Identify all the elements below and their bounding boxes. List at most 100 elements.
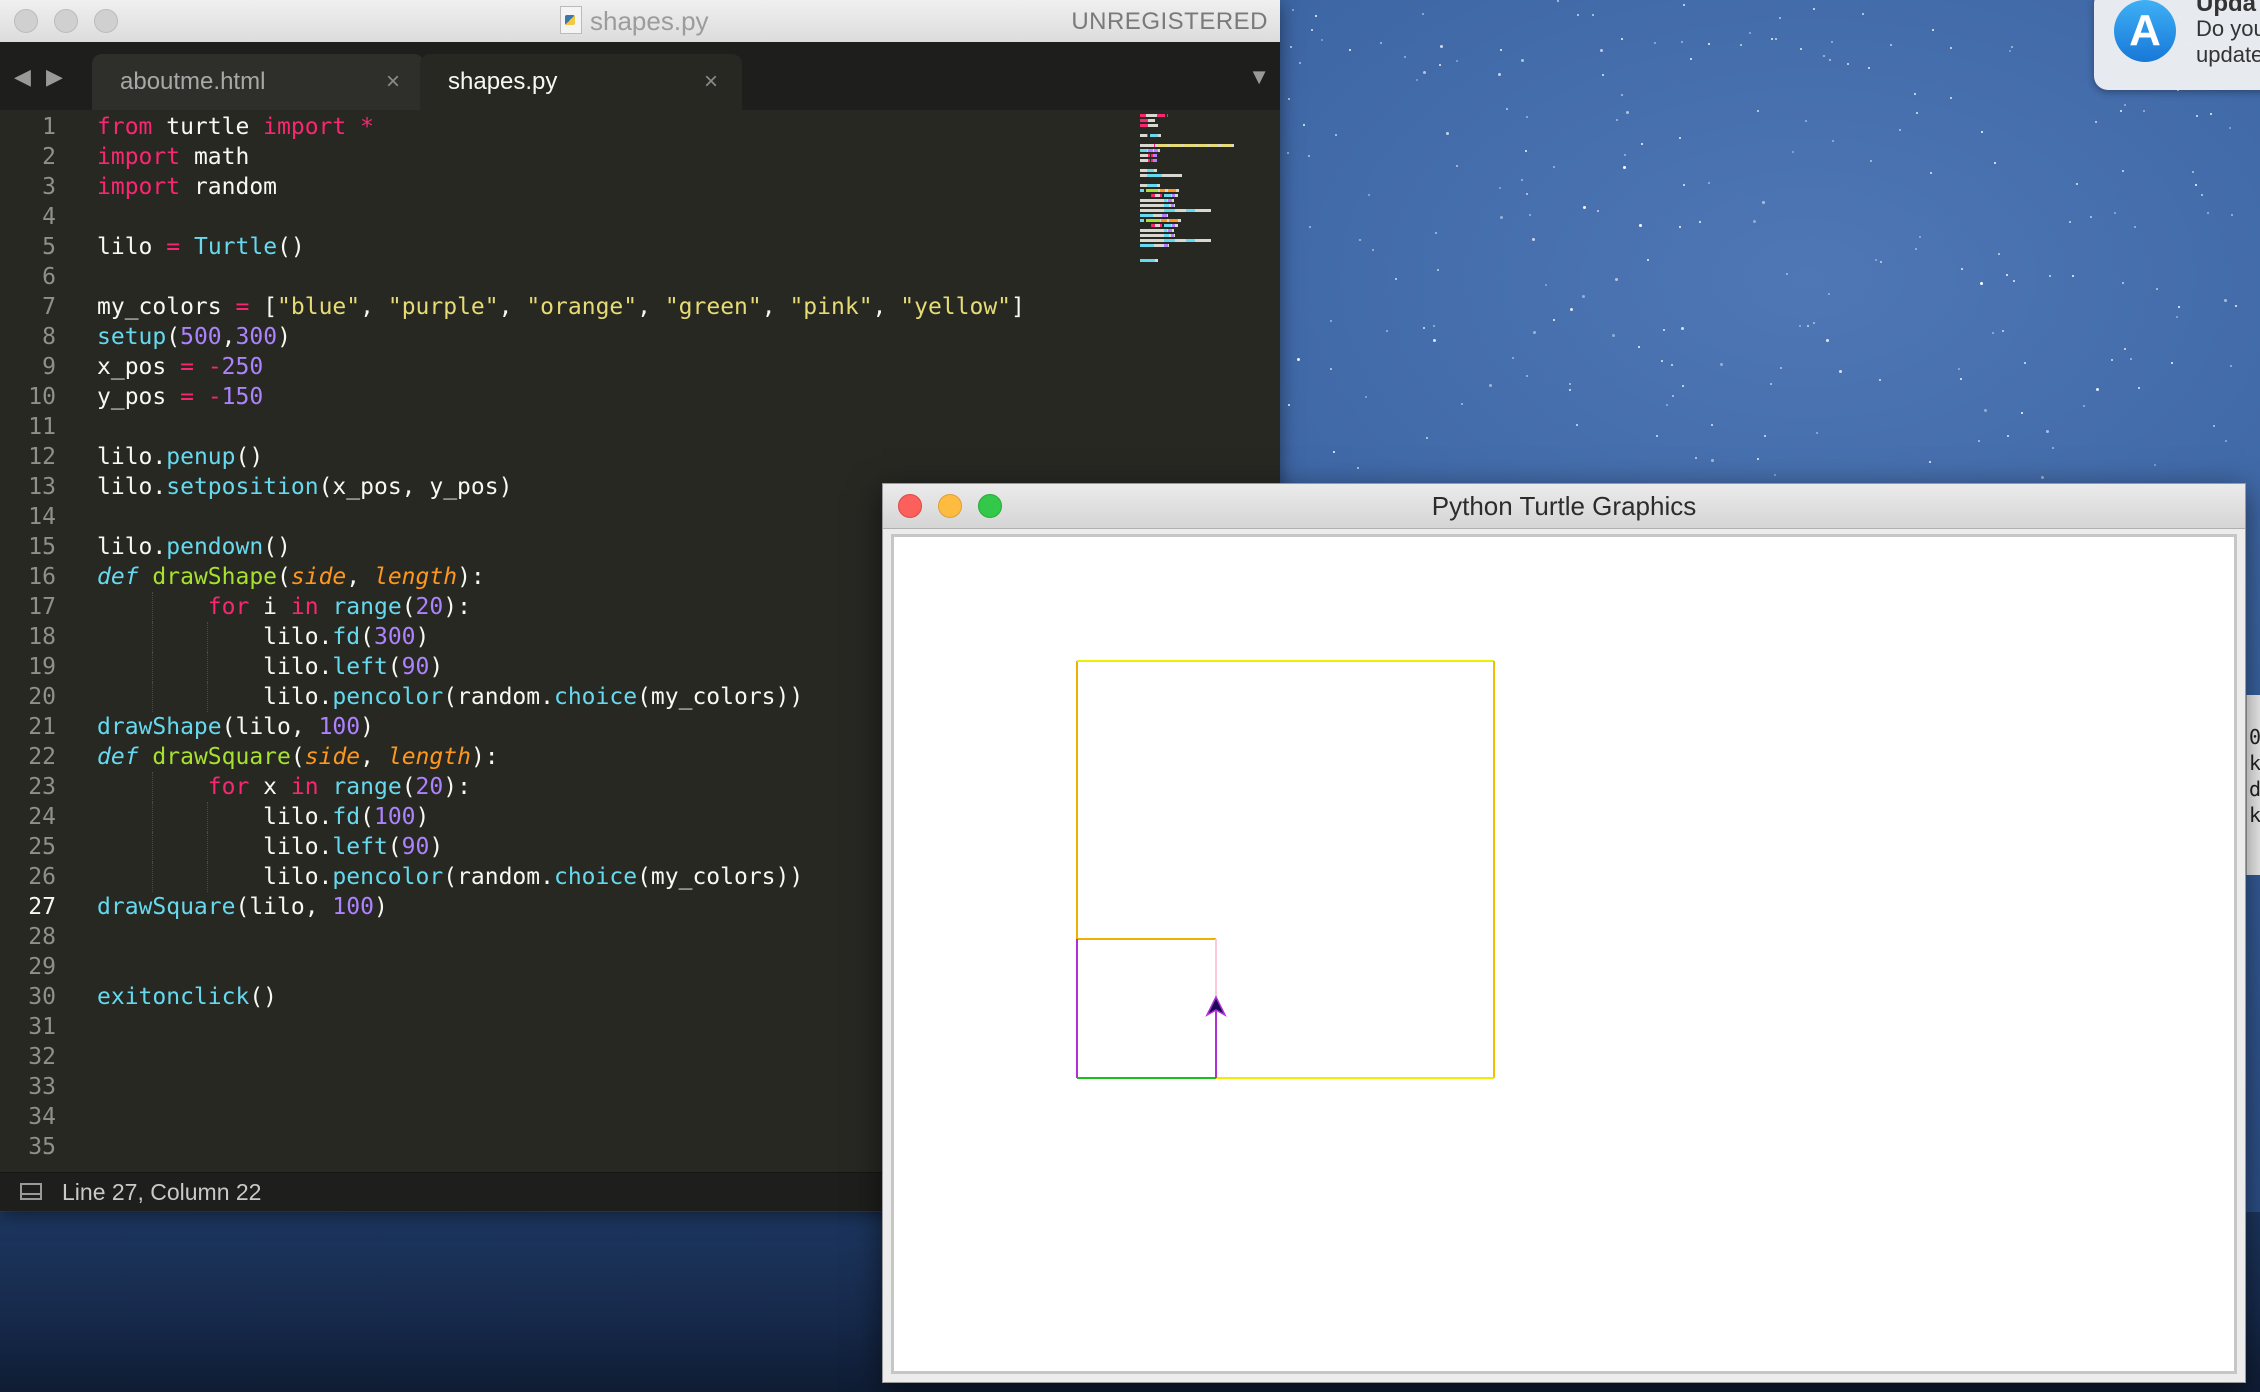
code-token: drawSquare — [152, 744, 291, 770]
minimap-token — [1140, 244, 1154, 247]
star — [1320, 39, 1323, 42]
minimize-window-button[interactable] — [54, 9, 78, 33]
indent-guide — [207, 652, 209, 682]
star — [1582, 295, 1586, 299]
code-token: for — [207, 594, 250, 620]
editor-titlebar[interactable]: shapes.py UNREGISTERED — [0, 0, 1280, 43]
star — [2142, 109, 2145, 112]
line-number-gutter: 1 2 3 4 5 6 7 8 9 10 11 12 13 14 15 16 17 18 19 20 21 22 23 24 2… — [0, 112, 68, 1162]
star — [1823, 55, 1826, 58]
code-line[interactable]: y_pos = -150 — [97, 382, 1025, 412]
star — [1984, 408, 1988, 412]
star — [1308, 155, 1311, 158]
tab-shapes[interactable]: shapes.py × — [420, 54, 742, 110]
code-token: 250 — [221, 354, 264, 380]
code-line[interactable]: import random — [97, 172, 1025, 202]
code-line[interactable]: my_colors = ["blue", "purple", "orange",… — [97, 292, 1025, 322]
minimap-line — [1140, 134, 1270, 137]
code-line[interactable] — [97, 202, 1025, 232]
code-token: x — [249, 774, 291, 800]
star — [2082, 404, 2085, 407]
indent-guide — [152, 682, 154, 712]
minimap-line — [1140, 149, 1270, 152]
code-line[interactable] — [97, 262, 1025, 292]
code-token: ( — [290, 744, 305, 770]
star — [1653, 41, 1656, 44]
star — [1330, 320, 1333, 323]
star — [1499, 187, 1502, 190]
tab-close-icon[interactable]: × — [704, 54, 718, 110]
nav-back-button[interactable]: ◀ — [14, 64, 31, 90]
star — [1711, 423, 1714, 426]
tab-close-icon[interactable]: × — [386, 54, 400, 110]
star — [1286, 151, 1289, 154]
turtle-graphics-window: Python Turtle Graphics — [882, 483, 2246, 1383]
star — [1570, 308, 1574, 312]
code-token: "pink" — [789, 294, 873, 320]
code-token: y_pos — [97, 384, 181, 410]
code-line[interactable]: x_pos = -250 — [97, 352, 1025, 382]
turtle-titlebar[interactable]: Python Turtle Graphics — [883, 484, 2245, 529]
star — [2133, 225, 2136, 228]
star — [1879, 261, 1882, 264]
minimap-token — [1166, 114, 1168, 117]
minimap[interactable] — [1140, 114, 1270, 262]
nav-forward-button[interactable]: ▶ — [46, 64, 63, 90]
star — [2122, 170, 2125, 173]
star — [1611, 334, 1615, 338]
minimap-token — [1156, 184, 1160, 187]
minimap-token — [1156, 114, 1166, 117]
code-line[interactable]: setup(500,300) — [97, 322, 1025, 352]
background-window-text: k — [2249, 751, 2260, 775]
code-line[interactable]: lilo = Turtle() — [97, 232, 1025, 262]
code-token: ) — [360, 714, 374, 740]
update-notification[interactable]: A Upda Do you update — [2094, 0, 2260, 90]
code-token: side — [290, 564, 347, 590]
close-window-button[interactable] — [14, 9, 38, 33]
star — [1432, 324, 1435, 327]
code-line[interactable] — [97, 412, 1025, 442]
star — [1529, 213, 1532, 216]
star — [2069, 220, 2072, 223]
code-token: import — [97, 144, 181, 170]
code-line[interactable]: from turtle import * — [97, 112, 1025, 142]
code-line[interactable]: lilo.penup() — [97, 442, 1025, 472]
code-token: import — [263, 114, 347, 140]
star — [2225, 439, 2228, 442]
star — [2229, 127, 2232, 130]
star — [1774, 474, 1776, 477]
turtle-canvas[interactable] — [891, 534, 2237, 1374]
minimap-line — [1140, 159, 1270, 162]
panel-toggle-icon[interactable] — [20, 1183, 42, 1200]
tab-aboutme[interactable]: aboutme.html × — [92, 54, 424, 110]
zoom-window-button[interactable] — [94, 9, 118, 33]
star — [1680, 326, 1684, 330]
minimap-line — [1140, 119, 1270, 122]
star — [2114, 211, 2117, 214]
star — [1576, 14, 1579, 17]
tab-list-dropdown-icon[interactable]: ▼ — [1248, 64, 1270, 90]
code-token: ) — [373, 894, 388, 920]
star — [1349, 49, 1352, 52]
star — [1425, 436, 1428, 439]
minimap-line — [1140, 259, 1270, 262]
star — [1512, 356, 1515, 359]
minimap-line — [1140, 129, 1270, 132]
minimap-token — [1173, 204, 1175, 207]
star — [2049, 274, 2052, 277]
code-token: , — [637, 294, 665, 320]
code-token: "orange" — [526, 294, 638, 320]
code-token: pencolor — [332, 684, 444, 710]
code-token: ( — [360, 624, 374, 650]
star — [1683, 4, 1686, 7]
star — [1287, 403, 1290, 406]
star — [1592, 13, 1595, 16]
star — [1771, 37, 1774, 40]
star — [1978, 439, 1981, 442]
star — [1879, 379, 1882, 382]
code-token: 100 — [318, 714, 361, 740]
code-line[interactable]: import math — [97, 142, 1025, 172]
star — [2138, 387, 2141, 390]
code-token: drawShape — [152, 564, 278, 590]
